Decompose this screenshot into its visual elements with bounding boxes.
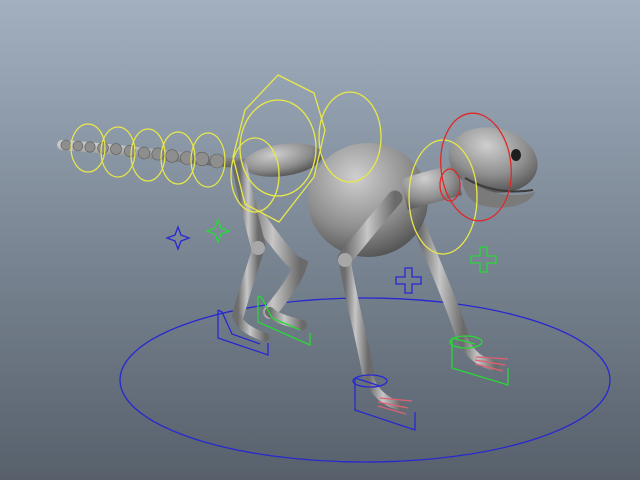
pole-vector-far-front — [470, 246, 497, 273]
pole-vector-near-hind — [165, 225, 191, 251]
hip — [243, 143, 323, 177]
viewport-scene[interactable] — [0, 0, 640, 480]
tail-segments — [60, 139, 225, 169]
pole-vector-far-hind — [205, 218, 231, 244]
3d-viewport[interactable] — [0, 0, 640, 480]
eye — [511, 149, 521, 161]
pole-vector-near-front — [395, 267, 422, 294]
